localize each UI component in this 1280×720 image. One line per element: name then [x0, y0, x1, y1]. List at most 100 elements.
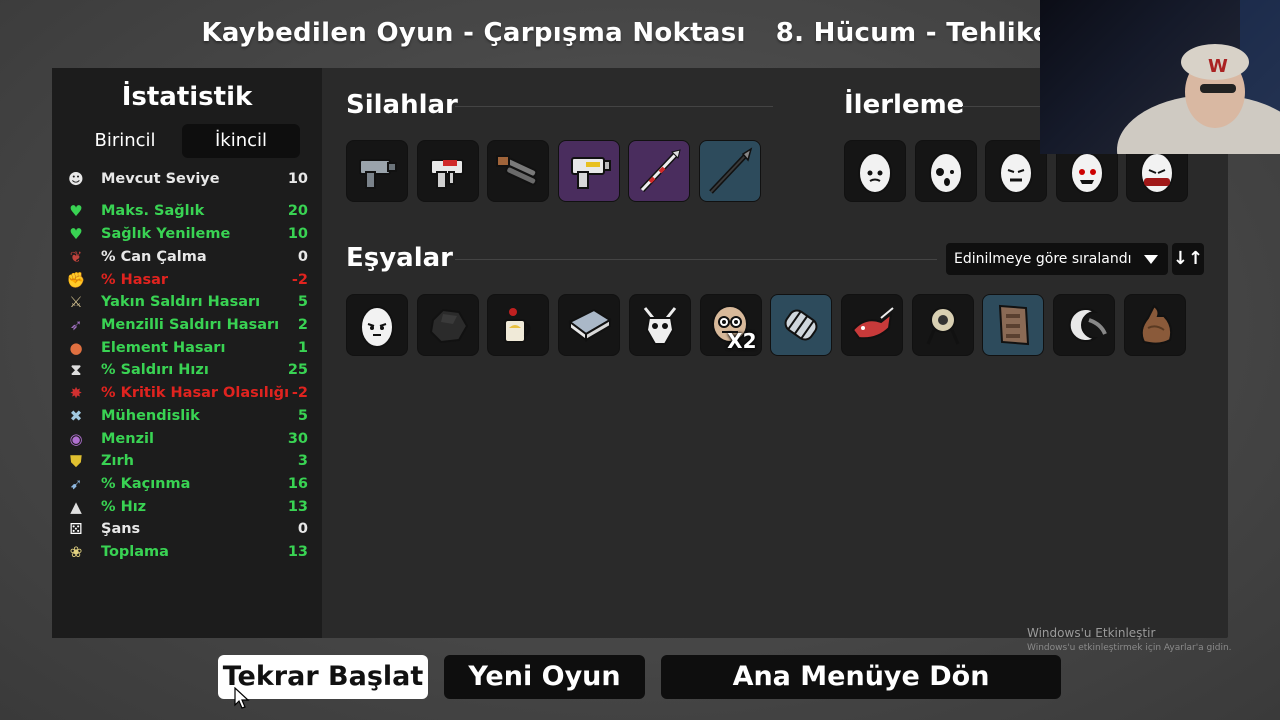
stat-value: 16 [287, 476, 308, 492]
stat-value: 10 [287, 171, 308, 187]
level-icon: ☻ [68, 170, 84, 188]
stat-row[interactable]: ◉ Menzil 30 [66, 428, 308, 450]
item-slot[interactable] [346, 294, 408, 356]
stat-value: 0 [297, 521, 308, 537]
stat-row[interactable]: ⧗ % Saldırı Hızı 25 [66, 359, 308, 381]
stat-name: Menzilli Saldırı Hasarı [101, 317, 280, 333]
item-slot[interactable] [628, 294, 691, 356]
item-slot[interactable] [1053, 294, 1115, 356]
stat-value: -2 [291, 272, 308, 288]
stat-name: Mühendislik [101, 408, 200, 424]
stat-name: Şans [101, 521, 141, 537]
crit-icon: ✸ [69, 384, 83, 402]
stat-row[interactable]: ❀ Toplama 13 [66, 541, 308, 563]
flame-icon: ● [69, 339, 83, 357]
stats-panel: İstatistik Birincil İkincil ☻ Mevcut Sevi… [52, 68, 322, 638]
stat-name: Toplama [101, 544, 169, 560]
range-icon: ◉ [69, 430, 83, 448]
weapons-divider [455, 106, 773, 107]
stat-value: 30 [287, 431, 308, 447]
webcam-overlay: W [1040, 0, 1280, 154]
stat-row[interactable]: ✖ Mühendislik 5 [66, 405, 308, 427]
items-title: Eşyalar [346, 243, 454, 273]
double-barrel-icon [493, 146, 543, 196]
stat-row[interactable]: ➹ % Kaçınma 16 [66, 473, 308, 495]
stats-title: İstatistik [121, 82, 253, 112]
weapon-slot[interactable] [698, 140, 761, 202]
stat-row[interactable]: ▲ % Hız 13 [66, 496, 308, 518]
mug-icon [493, 300, 543, 350]
stat-row[interactable]: ☻ Mevcut Seviye 10 [66, 168, 308, 190]
red-fish-icon [847, 300, 897, 350]
harvest-icon: ❀ [69, 543, 83, 561]
lifesteal-icon: ❦ [69, 248, 83, 266]
sort-dropdown[interactable]: Edinilmeye göre sıralandı [946, 243, 1168, 275]
weapon-slot[interactable] [487, 140, 549, 202]
progress-title: İlerleme [844, 90, 965, 120]
armor-plate-icon [988, 300, 1038, 350]
activation-watermark-subtitle: Windows'u etkinleştirmek için Ayarlar'a … [1027, 643, 1232, 653]
barrel-icon [776, 300, 826, 350]
mouse-cursor-icon [234, 687, 250, 709]
progress-slot[interactable] [844, 140, 906, 202]
stat-row[interactable]: ✊ % Hasar -2 [66, 269, 308, 291]
heart-icon: ♥ [69, 202, 83, 220]
item-slot[interactable] [840, 294, 903, 356]
rock-icon [423, 300, 473, 350]
damage-icon: ✊ [66, 271, 86, 289]
dodge-icon: ➹ [69, 475, 83, 493]
tab-secondary[interactable]: İkincil [182, 124, 300, 158]
item-slot[interactable]: X2 [699, 294, 762, 356]
stat-value: 3 [297, 453, 308, 469]
item-slot[interactable] [1123, 294, 1186, 356]
tab-primary[interactable]: Birincil [66, 124, 184, 158]
stat-row[interactable]: ♥ Maks. Sağlık 20 [66, 200, 308, 222]
stat-row[interactable]: ❦ % Can Çalma 0 [66, 246, 308, 268]
speed-icon: ▲ [70, 498, 82, 516]
stat-row[interactable]: ♥ Sağlık Yenileme 10 [66, 223, 308, 245]
stat-row[interactable]: ➶ Menzilli Saldırı Hasarı 2 [66, 314, 308, 336]
item-slot[interactable] [558, 294, 621, 356]
stat-row[interactable]: ⚄ Şans 0 [66, 518, 308, 540]
item-slot[interactable] [487, 294, 550, 356]
egg-face-3-icon [991, 146, 1041, 196]
weapon-slot[interactable] [628, 140, 690, 202]
sort-dropdown-label: Edinilmeye göre sıralandı [954, 251, 1132, 267]
item-slot[interactable] [770, 294, 833, 356]
weapon-slot[interactable] [557, 140, 620, 202]
stat-value: 1 [297, 340, 308, 356]
item-slot[interactable] [911, 294, 974, 356]
item-slot[interactable] [416, 294, 479, 356]
stat-name: % Hasar [101, 272, 169, 288]
new-game-button[interactable]: Yeni Oyun [444, 655, 645, 699]
book-icon [564, 300, 614, 350]
stat-row[interactable]: ⛊ Zırh 3 [66, 450, 308, 472]
stat-name: Zırh [101, 453, 134, 469]
gray-pistol-icon [352, 146, 402, 196]
weapons-title: Silahlar [346, 90, 458, 120]
turret-icon [918, 300, 968, 350]
stat-name: Yakın Saldırı Hasarı [101, 294, 261, 310]
sort-order-toggle[interactable]: ↓↑ [1172, 243, 1204, 275]
item-quantity: X2 [727, 329, 757, 353]
stat-value: 13 [287, 499, 308, 515]
streamer-silhouette-icon: W [1117, 0, 1280, 154]
poop-bag-icon [1130, 300, 1180, 350]
sword-icon: ⚔ [69, 293, 83, 311]
progress-slot[interactable] [914, 140, 977, 202]
weapon-slot[interactable] [416, 140, 479, 202]
skull-icon [635, 300, 685, 350]
item-slot[interactable] [982, 294, 1045, 356]
stat-name: Maks. Sağlık [101, 203, 205, 219]
main-menu-button[interactable]: Ana Menüye Dön [661, 655, 1061, 699]
weapon-slot[interactable] [346, 140, 408, 202]
stat-row[interactable]: ✸ % Kritik Hasar Olasılığı -2 [66, 382, 308, 404]
stat-row[interactable]: ● Element Hasarı 1 [66, 337, 308, 359]
stat-row[interactable]: ⚔ Yakın Saldırı Hasarı 5 [66, 291, 308, 313]
stat-name: Mevcut Seviye [101, 171, 220, 187]
progress-slot[interactable] [985, 140, 1047, 202]
stat-value: 5 [297, 294, 308, 310]
stat-name: % Saldırı Hızı [101, 362, 209, 378]
stat-value: 2 [297, 317, 308, 333]
items-divider [455, 259, 937, 260]
